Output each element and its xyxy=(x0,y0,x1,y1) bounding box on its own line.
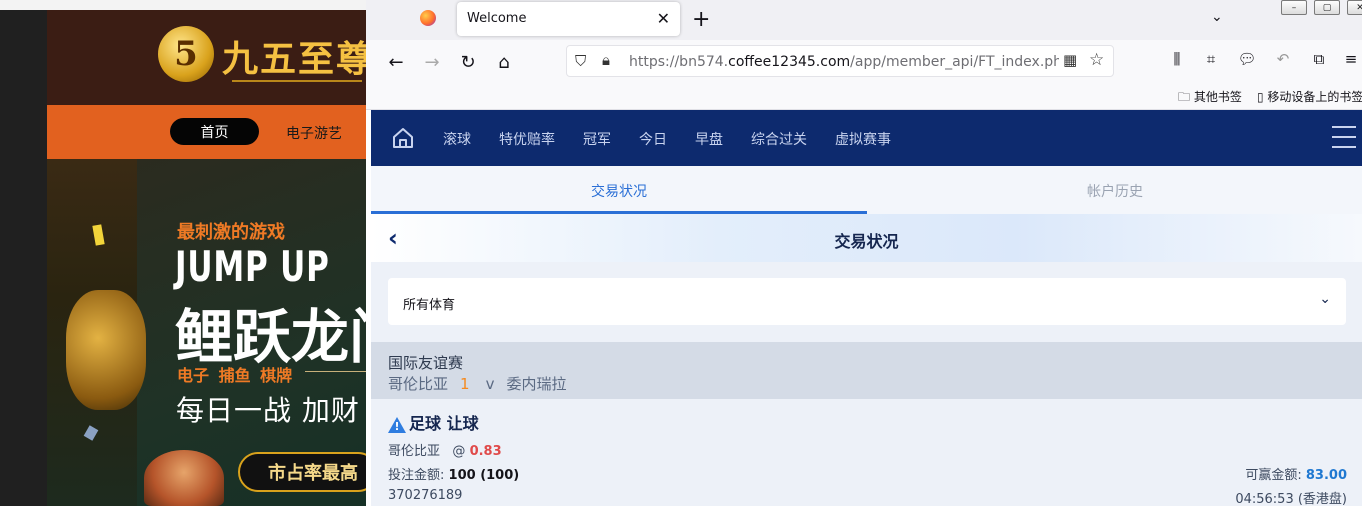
browser-window: Welcome ✕ + ⌄ – ▢ ✕ ← → ↻ ⌂ ⛉ 🔒︎ https:/… xyxy=(366,0,1362,506)
banner-tagline: 最刺激的游戏 xyxy=(177,222,285,243)
site-nav-games[interactable]: 电子游艺 xyxy=(286,123,342,143)
nav-special-odds[interactable]: 特优赔率 xyxy=(499,129,555,149)
page-title: 交易状况 xyxy=(834,232,899,251)
close-window-button[interactable]: ✕ xyxy=(1347,0,1362,15)
home-icon[interactable]: ⌂ xyxy=(491,49,517,75)
sport-filter-select[interactable]: 所有体育 ⌄ xyxy=(388,278,1346,325)
forward-arrow-icon[interactable]: → xyxy=(419,49,445,75)
score: 1 xyxy=(460,375,470,393)
win-label: 可赢金额: xyxy=(1245,468,1302,483)
koi-fish-image xyxy=(144,450,224,506)
bet-time: 04:56:53 (香港盘) xyxy=(1235,492,1347,506)
stake-value: 100 (100) xyxy=(448,468,520,483)
league-name: 国际友谊赛 xyxy=(388,354,464,372)
tab-title: Welcome xyxy=(467,11,527,26)
banner-categories: 电子 捕鱼 棋牌 xyxy=(177,366,293,385)
bet-type: ! 足球 让球 xyxy=(388,410,479,434)
reload-icon[interactable]: ↻ xyxy=(455,49,481,75)
chevron-down-icon: ⌄ xyxy=(1319,291,1331,307)
banner-slogan: 每日一战 加财 xyxy=(176,394,360,427)
nav-live[interactable]: 滚球 xyxy=(443,129,471,149)
sub-tabs: 交易状况 帐户历史 xyxy=(371,166,1362,214)
back-arrow-icon[interactable]: ← xyxy=(383,49,409,75)
logo-icon: 5 xyxy=(158,26,214,82)
bet-card: ! 足球 让球 哥伦比亚 @ 0.83 投注金额: 100 (100) 可赢金额:… xyxy=(371,399,1362,506)
url-text[interactable]: https://bn574.coffee12345.com/app/member… xyxy=(629,54,1059,70)
at-sign: @ xyxy=(452,444,466,459)
warning-icon: ! xyxy=(388,417,406,433)
logo-ornament xyxy=(232,80,362,92)
firefox-icon xyxy=(420,10,436,26)
logo-text: 九五至尊 xyxy=(222,38,366,80)
stake-line: 投注金额: 100 (100) xyxy=(388,464,519,483)
library-icon[interactable]: ⫼ xyxy=(1166,50,1188,68)
nav-virtual[interactable]: 虚拟赛事 xyxy=(835,129,891,149)
tab-bar: Welcome ✕ + ⌄ – ▢ ✕ xyxy=(366,0,1362,40)
bookmark-other[interactable]: 🗀︎ 其他书签 xyxy=(1178,88,1242,109)
versus: v xyxy=(485,375,495,393)
close-tab-icon[interactable]: ✕ xyxy=(657,9,670,28)
nav-outright[interactable]: 冠军 xyxy=(583,129,611,149)
sport-filter-value: 所有体育 xyxy=(403,298,456,313)
minimize-button[interactable]: – xyxy=(1281,0,1307,15)
background-site: 5 九五至尊 首页 电子游艺 最刺激的游戏 JUMP UP 鲤跃龙门 电子 捕鱼… xyxy=(0,0,366,506)
hamburger-menu-icon[interactable] xyxy=(1332,126,1356,148)
screenshot-crop-icon[interactable]: ⌗ xyxy=(1200,50,1222,68)
home-icon[interactable] xyxy=(391,126,415,150)
banner-headline: JUMP UP xyxy=(175,242,330,291)
tab-transactions[interactable]: 交易状况 xyxy=(591,181,647,201)
win-value: 83.00 xyxy=(1305,468,1347,483)
list-tabs-chevron-icon[interactable]: ⌄ xyxy=(1211,9,1223,25)
shield-icon[interactable]: ⛉ xyxy=(575,52,586,70)
pinned-tab[interactable] xyxy=(420,10,440,30)
bookmarks-bar: 🗀︎ 其他书签 ▯ 移动设备上的书签 xyxy=(366,84,1362,110)
league-header: 国际友谊赛 哥伦比亚 1 v 委内瑞拉 xyxy=(371,342,1362,399)
qr-code-icon[interactable]: ▦ xyxy=(1063,51,1077,69)
extensions-icon[interactable]: ⧉ xyxy=(1308,50,1330,68)
selection-team: 哥伦比亚 xyxy=(388,444,441,459)
undo-icon[interactable]: ↶ xyxy=(1272,50,1294,68)
title-bar: 交易状况 ‹ xyxy=(371,214,1362,262)
top-strip xyxy=(0,0,366,10)
dark-sidebar xyxy=(0,10,47,506)
nav-today[interactable]: 今日 xyxy=(639,129,667,149)
new-tab-icon[interactable]: + xyxy=(692,7,710,32)
away-team: 委内瑞拉 xyxy=(506,375,567,393)
stake-label: 投注金额: xyxy=(388,468,445,483)
tab-welcome[interactable]: Welcome ✕ xyxy=(457,2,680,36)
match-line: 哥伦比亚 1 v 委内瑞拉 xyxy=(388,373,566,394)
divider xyxy=(305,371,366,372)
nav-toolbar: ← → ↻ ⌂ ⛉ 🔒︎ https://bn574.coffee12345.c… xyxy=(366,40,1362,84)
lock-icon[interactable]: 🔒︎ xyxy=(602,51,610,69)
odds-value: 0.83 xyxy=(469,444,502,459)
home-team: 哥伦比亚 xyxy=(388,375,449,393)
bet-selection: 哥伦比亚 @ 0.83 xyxy=(388,440,502,459)
tab-account-history[interactable]: 帐户历史 xyxy=(1087,181,1143,201)
banner-cta-button[interactable]: 市占率最高 xyxy=(238,452,366,492)
nav-parlay[interactable]: 综合过关 xyxy=(751,129,807,149)
page-content: 滚球 特优赔率 冠军 今日 早盘 综合过关 虚拟赛事 交易状况 帐户历史 交易状… xyxy=(371,110,1362,506)
win-line: 可赢金额: 83.00 xyxy=(1245,464,1347,483)
chat-icon[interactable]: 💬︎ xyxy=(1236,50,1258,68)
bookmark-mobile[interactable]: ▯ 移动设备上的书签 xyxy=(1257,88,1362,105)
ticket-id: 370276189 xyxy=(388,488,463,503)
back-chevron-icon[interactable]: ‹ xyxy=(388,224,398,252)
bet-type-label: 足球 让球 xyxy=(409,414,479,433)
nav-early[interactable]: 早盘 xyxy=(695,129,723,149)
gold-coin-image xyxy=(66,290,146,410)
top-nav: 滚球 特优赔率 冠军 今日 早盘 综合过关 虚拟赛事 xyxy=(371,110,1362,166)
menu-icon[interactable]: ≡ xyxy=(1340,50,1362,68)
url-bar[interactable]: ⛉ 🔒︎ https://bn574.coffee12345.com/app/m… xyxy=(566,45,1114,77)
site-nav-home[interactable]: 首页 xyxy=(170,118,259,145)
bookmark-star-icon[interactable]: ☆ xyxy=(1089,50,1104,70)
maximize-button[interactable]: ▢ xyxy=(1314,0,1340,15)
